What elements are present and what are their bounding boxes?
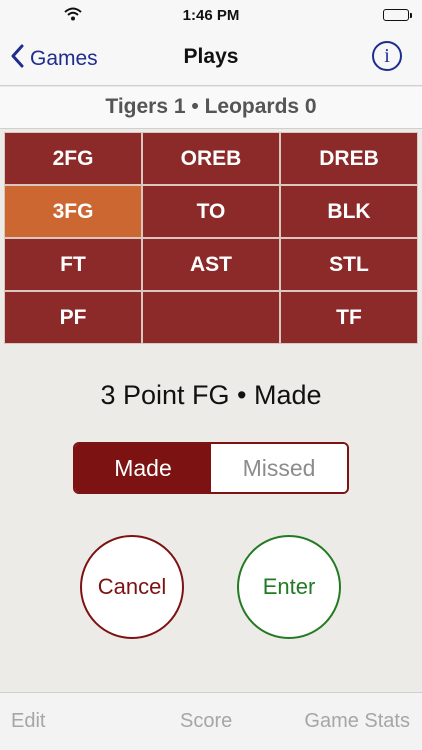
- play-button-ast[interactable]: AST: [142, 238, 280, 291]
- made-option[interactable]: Made: [75, 444, 211, 492]
- result-toggle: Made Missed: [73, 442, 349, 494]
- status-time: 1:46 PM: [182, 6, 240, 24]
- page-title: Plays: [183, 45, 239, 68]
- play-button-oreb[interactable]: OREB: [142, 132, 280, 185]
- play-grid: 2FG OREB DREB 3FG TO BLK FT AST STL PF T…: [4, 132, 418, 344]
- play-button-2fg[interactable]: 2FG: [4, 132, 142, 185]
- navigation-bar: Games Plays i: [0, 30, 422, 86]
- status-bar: 1:46 PM: [0, 0, 422, 30]
- battery-icon: [383, 9, 412, 21]
- missed-option[interactable]: Missed: [211, 444, 347, 492]
- play-button-3fg[interactable]: 3FG: [4, 185, 142, 238]
- bottom-toolbar: Edit Score Game Stats: [0, 692, 422, 750]
- play-button-to[interactable]: TO: [142, 185, 280, 238]
- score-tab[interactable]: Score: [180, 710, 232, 733]
- play-button-stl[interactable]: STL: [280, 238, 418, 291]
- info-icon[interactable]: i: [372, 41, 402, 71]
- score-summary: Tigers 1 • Leopards 0: [0, 87, 422, 129]
- game-stats-tab[interactable]: Game Stats: [304, 710, 410, 733]
- play-button-empty: [142, 291, 280, 344]
- edit-tab[interactable]: Edit: [11, 710, 45, 733]
- enter-button[interactable]: Enter: [237, 535, 341, 639]
- play-description: 3 Point FG • Made: [100, 380, 322, 410]
- play-button-dreb[interactable]: DREB: [280, 132, 418, 185]
- wifi-icon: [64, 7, 82, 26]
- play-button-blk[interactable]: BLK: [280, 185, 418, 238]
- play-button-tf[interactable]: TF: [280, 291, 418, 344]
- play-button-ft[interactable]: FT: [4, 238, 142, 291]
- cancel-button[interactable]: Cancel: [80, 535, 184, 639]
- play-button-pf[interactable]: PF: [4, 291, 142, 344]
